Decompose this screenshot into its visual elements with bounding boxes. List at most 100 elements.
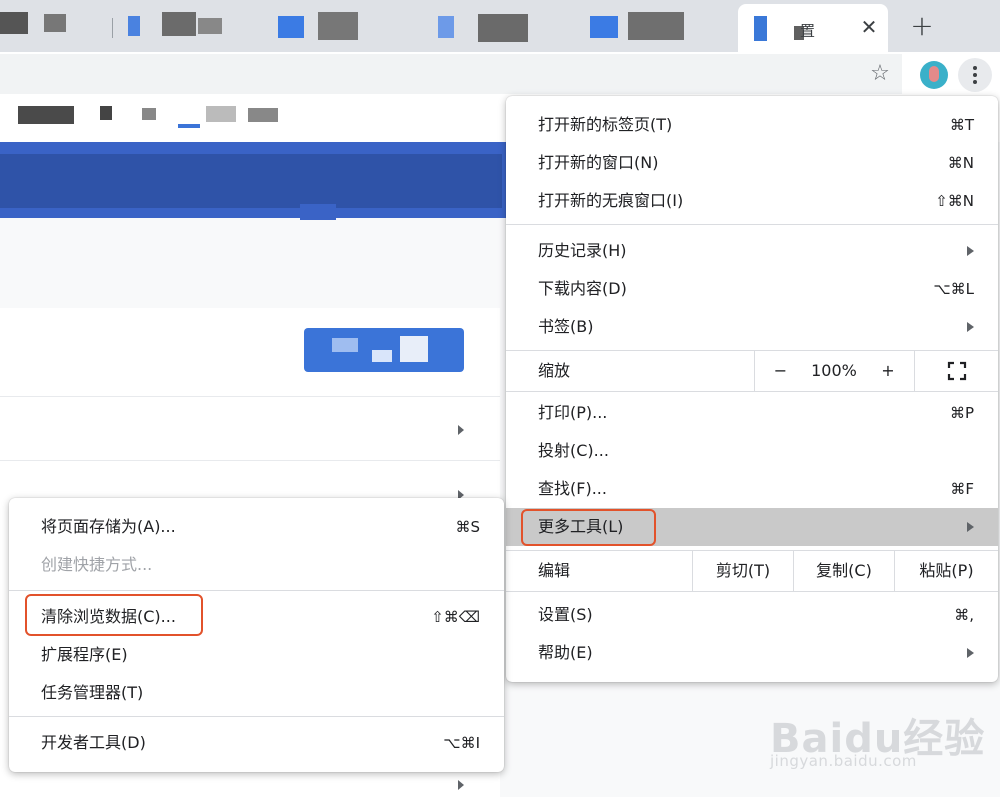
chrome-main-menu: 打开新的标签页(T) ⌘T 打开新的窗口(N) ⌘N 打开新的无痕窗口(I) ⇧… xyxy=(506,96,998,682)
menu-item-shortcut: ⌥⌘L xyxy=(933,280,974,298)
tab-separator xyxy=(112,18,113,38)
zoom-level: 100% xyxy=(806,351,862,391)
settings-banner xyxy=(0,142,506,218)
blurred-button-text xyxy=(400,336,428,362)
blurred-heading xyxy=(142,108,156,120)
menu-item-shortcut: ⌘P xyxy=(949,404,974,422)
blurred-heading xyxy=(18,106,74,124)
menu-item-shortcut: ⌥⌘I xyxy=(443,734,480,752)
edit-row: 编辑 剪切(T) 复制(C) 粘贴(P) xyxy=(506,551,998,591)
menu-item-find[interactable]: 查找(F)... ⌘F xyxy=(506,470,998,508)
browser-tab[interactable] xyxy=(580,8,730,52)
menu-item-new-tab[interactable]: 打开新的标签页(T) ⌘T xyxy=(506,106,998,144)
address-bar[interactable] xyxy=(0,54,902,94)
paste-label: 粘贴(P) xyxy=(919,561,974,580)
zoom-out-button[interactable]: − xyxy=(754,351,806,391)
active-tab-title: 置 xyxy=(800,22,816,40)
menu-item-print[interactable]: 打印(P)... ⌘P xyxy=(506,394,998,432)
menu-item-label: 帮助(E) xyxy=(538,643,593,662)
browser-toolbar: ☆ xyxy=(0,52,1000,96)
menu-divider xyxy=(9,590,504,591)
submenu-arrow-icon xyxy=(967,522,974,532)
menu-item-shortcut: ⇧⌘⌫ xyxy=(431,608,480,626)
submenu-item-create-shortcut: 创建快捷方式... xyxy=(9,546,504,584)
menu-divider xyxy=(506,224,998,225)
menu-item-label: 设置(S) xyxy=(538,605,593,624)
menu-item-shortcut: ⇧⌘N xyxy=(935,192,974,210)
menu-item-label: 投射(C)... xyxy=(538,441,609,460)
row-chevron-right-icon[interactable] xyxy=(458,425,464,435)
settings-search-bar[interactable] xyxy=(0,154,502,208)
more-tools-submenu: 将页面存储为(A)... ⌘S 创建快捷方式... 清除浏览数据(C)... ⇧… xyxy=(9,498,504,772)
tab-favicon-icon xyxy=(754,16,767,41)
watermark-url: jingyan.baidu.com xyxy=(770,752,917,770)
browser-tab[interactable] xyxy=(0,8,110,52)
cut-label: 剪切(T) xyxy=(715,561,771,580)
kebab-dot-icon xyxy=(973,73,977,77)
baidu-watermark: Baidu经验 jingyan.baidu.com xyxy=(770,706,990,792)
menu-item-shortcut: ⌘T xyxy=(949,116,974,134)
new-tab-button[interactable]: + xyxy=(908,12,936,40)
browser-tab[interactable] xyxy=(270,8,410,52)
menu-item-label: 打开新的窗口(N) xyxy=(538,153,659,172)
zoom-row: 缩放 − 100% + xyxy=(506,351,998,391)
highlight-outline xyxy=(25,594,203,636)
menu-item-label: 扩展程序(E) xyxy=(41,645,128,664)
menu-item-label: 打开新的标签页(T) xyxy=(538,115,673,134)
menu-item-label: 开发者工具(D) xyxy=(41,733,146,752)
zoom-in-button[interactable]: + xyxy=(862,351,914,391)
menu-item-new-incognito-window[interactable]: 打开新的无痕窗口(I) ⇧⌘N xyxy=(506,182,998,220)
submenu-arrow-icon xyxy=(967,322,974,332)
submenu-item-save-page-as[interactable]: 将页面存储为(A)... ⌘S xyxy=(9,508,504,546)
chrome-menu-button[interactable] xyxy=(958,58,992,92)
close-tab-icon[interactable]: ✕ xyxy=(858,16,880,38)
blurred-heading xyxy=(100,106,112,120)
card-divider xyxy=(0,396,500,397)
menu-item-downloads[interactable]: 下载内容(D) ⌥⌘L xyxy=(506,270,998,308)
blurred-button-text xyxy=(372,350,392,362)
submenu-item-task-manager[interactable]: 任务管理器(T) xyxy=(9,674,504,712)
submenu-arrow-icon xyxy=(967,246,974,256)
menu-item-label: 下载内容(D) xyxy=(538,279,627,298)
zoom-out-icon: − xyxy=(773,361,788,380)
profile-avatar[interactable] xyxy=(920,61,948,89)
menu-item-label: 书签(B) xyxy=(538,317,594,336)
tab-strip: 置 ✕ + xyxy=(0,0,1000,52)
menu-divider xyxy=(506,591,998,592)
menu-item-label: 任务管理器(T) xyxy=(41,683,144,702)
menu-item-shortcut: ⌘F xyxy=(950,480,974,498)
copy-button[interactable]: 复制(C) xyxy=(793,551,894,591)
blurred-link xyxy=(178,124,200,128)
menu-item-label: 历史记录(H) xyxy=(538,241,627,260)
zoom-in-icon: + xyxy=(881,361,895,380)
avatar-figure-icon xyxy=(929,66,939,82)
cut-button[interactable]: 剪切(T) xyxy=(692,551,793,591)
submenu-item-extensions[interactable]: 扩展程序(E) xyxy=(9,636,504,674)
menu-item-history[interactable]: 历史记录(H) xyxy=(506,232,998,270)
menu-item-help[interactable]: 帮助(E) xyxy=(506,634,998,672)
blurred-heading xyxy=(248,108,278,122)
row-chevron-right-icon[interactable] xyxy=(458,780,464,790)
blurred-button-text xyxy=(332,338,358,352)
menu-item-label: 查找(F)... xyxy=(538,479,607,498)
menu-item-cast[interactable]: 投射(C)... xyxy=(506,432,998,470)
bookmark-star-icon[interactable]: ☆ xyxy=(866,62,894,86)
submenu-item-developer-tools[interactable]: 开发者工具(D) ⌥⌘I xyxy=(9,724,504,762)
menu-item-label: 打开新的无痕窗口(I) xyxy=(538,191,684,210)
browser-tab[interactable] xyxy=(122,8,262,52)
menu-item-new-window[interactable]: 打开新的窗口(N) ⌘N xyxy=(506,144,998,182)
paste-button[interactable]: 粘贴(P) xyxy=(894,551,998,591)
kebab-dot-icon xyxy=(973,66,977,70)
banner-notch xyxy=(300,204,336,220)
fullscreen-button[interactable] xyxy=(914,351,998,391)
blurred-action-button[interactable] xyxy=(304,328,464,372)
card-divider xyxy=(0,460,500,461)
menu-divider xyxy=(506,391,998,392)
menu-item-shortcut: ⌘S xyxy=(455,518,480,536)
submenu-arrow-icon xyxy=(967,648,974,658)
browser-tab[interactable] xyxy=(420,8,570,52)
highlight-outline xyxy=(521,509,656,546)
menu-item-settings[interactable]: 设置(S) ⌘, xyxy=(506,596,998,634)
menu-item-bookmarks[interactable]: 书签(B) xyxy=(506,308,998,346)
menu-item-label: 创建快捷方式... xyxy=(41,555,153,574)
